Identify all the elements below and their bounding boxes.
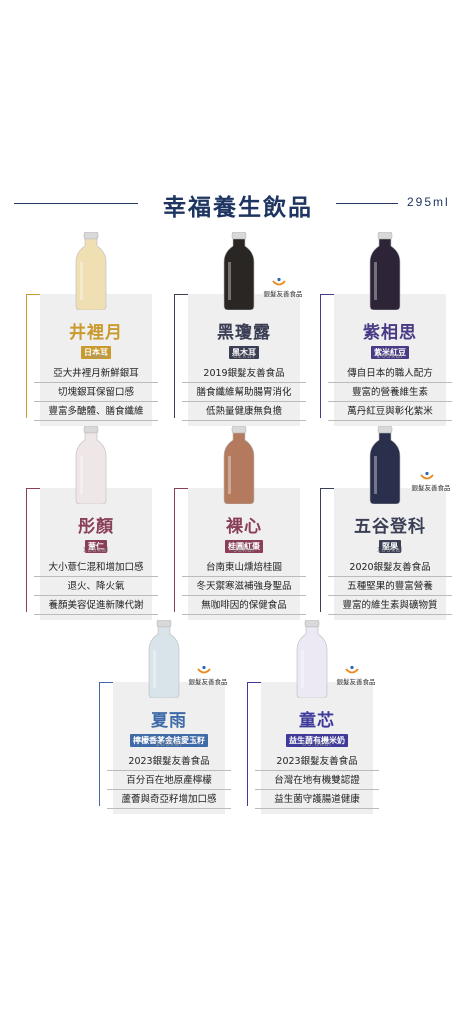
- bottle-image: [369, 232, 401, 310]
- product-card[interactable]: 夏雨 檸檬香茅金桔愛玉籽 100kal 2023銀髮友善食品 百分百在地原產檸檬 蘆薈與奇…: [99, 620, 239, 820]
- badge-label: 銀髮友善食品: [336, 678, 376, 686]
- product-card[interactable]: 井裡月 日本耳 71kal 亞大井裡月新鮮銀耳 切塊銀耳保留口感 豐富多醣體、膳食纖維: [26, 232, 166, 432]
- description-list: 亞大井裡月新鮮銀耳 切塊銀耳保留口感 豐富多醣體、膳食纖維: [26, 366, 166, 423]
- description-line: 台南東山燻焙桂圓: [182, 560, 306, 577]
- description-line: 養顏美容促進新陳代謝: [34, 598, 158, 615]
- calorie-label: 62kal: [233, 353, 255, 360]
- description-line: 無咖啡因的保健食品: [182, 598, 306, 615]
- description-line: 2020銀髮友善食品: [328, 560, 452, 577]
- description-line: 冬天禦寒滋補強身聖品: [182, 579, 306, 596]
- description-list: 2023銀髮友善食品 台灣在地有機雙認證 益生菌守護腸道健康: [247, 754, 387, 811]
- description-line: 退火、降火氣: [34, 579, 158, 596]
- product-card[interactable]: 紫相思 紫米紅豆 165kal 傳自日本的職人配方 豐富的營養維生素 萬丹紅豆與彰化紫米: [320, 232, 460, 432]
- badge-label: 銀髮友善食品: [411, 484, 451, 492]
- calorie-label: 165kal: [376, 353, 404, 360]
- description-line: 2023銀髮友善食品: [255, 754, 379, 771]
- badge-label: 銀髮友善食品: [263, 290, 303, 298]
- description-line: 益生菌守護腸道健康: [255, 792, 379, 809]
- silver-friendly-badge: 銀髮友善食品: [325, 665, 387, 687]
- description-line: 蘆薈與奇亞籽增加口感: [107, 792, 231, 809]
- page-title: 幸福養生飲品: [163, 194, 313, 221]
- silver-friendly-badge: 銀髮友善食品: [252, 277, 314, 299]
- section-header: 幸福養生飲品 295ml: [0, 186, 473, 222]
- product-card[interactable]: 五谷登科 堅果 185kal 2020銀髮友善食品 五種堅果的豐富營養 豐富的維生素與礦物…: [320, 426, 460, 626]
- description-line: 低熱量健康無負擔: [182, 404, 306, 421]
- calorie-label: 90kal: [233, 547, 255, 554]
- badge-label: 銀髮友善食品: [188, 678, 228, 686]
- product-card[interactable]: 裸心 桂圓紅棗 90kal 台南東山燻焙桂圓 冬天禦寒滋補強身聖品 無咖啡因的保健食品: [174, 426, 314, 626]
- calorie-label: 185kal: [376, 547, 404, 554]
- silver-friendly-badge: 銀髮友善食品: [177, 665, 239, 687]
- smile-logo-icon: [197, 665, 211, 674]
- description-line: 豐富的維生素與礦物質: [328, 598, 452, 615]
- description-line: 膳食纖維幫助腸胃消化: [182, 385, 306, 402]
- description-line: 2019銀髮友善食品: [182, 366, 306, 383]
- calorie-label: 100kal: [155, 741, 183, 748]
- smile-logo-icon: [420, 471, 434, 480]
- bottle-image: [369, 426, 401, 504]
- description-list: 傳自日本的職人配方 豐富的營養維生素 萬丹紅豆與彰化紫米: [320, 366, 460, 423]
- calorie-label: 71kal: [85, 353, 107, 360]
- description-list: 2019銀髮友善食品 膳食纖維幫助腸胃消化 低熱量健康無負擔: [174, 366, 314, 423]
- product-card[interactable]: 彤顏 薏仁 125kal 大小薏仁混和增加口感 退火、降火氣 養顏美容促進新陳代謝: [26, 426, 166, 626]
- description-line: 傳自日本的職人配方: [328, 366, 452, 383]
- description-line: 亞大井裡月新鮮銀耳: [34, 366, 158, 383]
- calorie-label: 83.8kal: [302, 741, 332, 748]
- description-line: 豐富多醣體、膳食纖維: [34, 404, 158, 421]
- smile-logo-icon: [272, 277, 286, 286]
- description-line: 五種堅果的豐富營養: [328, 579, 452, 596]
- header-right-rule: [336, 203, 398, 204]
- description-line: 大小薏仁混和增加口感: [34, 560, 158, 577]
- volume-label: 295ml: [407, 195, 450, 209]
- silver-friendly-badge: 銀髮友善食品: [400, 471, 462, 493]
- description-list: 2020銀髮友善食品 五種堅果的豐富營養 豐富的維生素與礦物質: [320, 560, 460, 617]
- bottle-image: [75, 232, 107, 310]
- description-list: 大小薏仁混和增加口感 退火、降火氣 養顏美容促進新陳代謝: [26, 560, 166, 617]
- product-card[interactable]: 黑瓊露 黑木耳 62kal 2019銀髮友善食品 膳食纖維幫助腸胃消化 低熱量健康無負擔: [174, 232, 314, 432]
- description-line: 2023銀髮友善食品: [107, 754, 231, 771]
- description-line: 百分百在地原產檸檬: [107, 773, 231, 790]
- description-line: 切塊銀耳保留口感: [34, 385, 158, 402]
- calorie-label: 125kal: [82, 547, 110, 554]
- smile-logo-icon: [345, 665, 359, 674]
- description-line: 萬丹紅豆與彰化紫米: [328, 404, 452, 421]
- header-left-rule: [14, 203, 138, 204]
- description-list: 2023銀髮友善食品 百分百在地原產檸檬 蘆薈與奇亞籽增加口感: [99, 754, 239, 811]
- description-line: 豐富的營養維生素: [328, 385, 452, 402]
- product-card[interactable]: 童芯 益生菌有機米奶 83.8kal 2023銀髮友善食品 台灣在地有機雙認證 益生菌守護…: [247, 620, 387, 820]
- bottle-image: [75, 426, 107, 504]
- description-line: 台灣在地有機雙認證: [255, 773, 379, 790]
- description-list: 台南東山燻焙桂圓 冬天禦寒滋補強身聖品 無咖啡因的保健食品: [174, 560, 314, 617]
- bottle-image: [223, 426, 255, 504]
